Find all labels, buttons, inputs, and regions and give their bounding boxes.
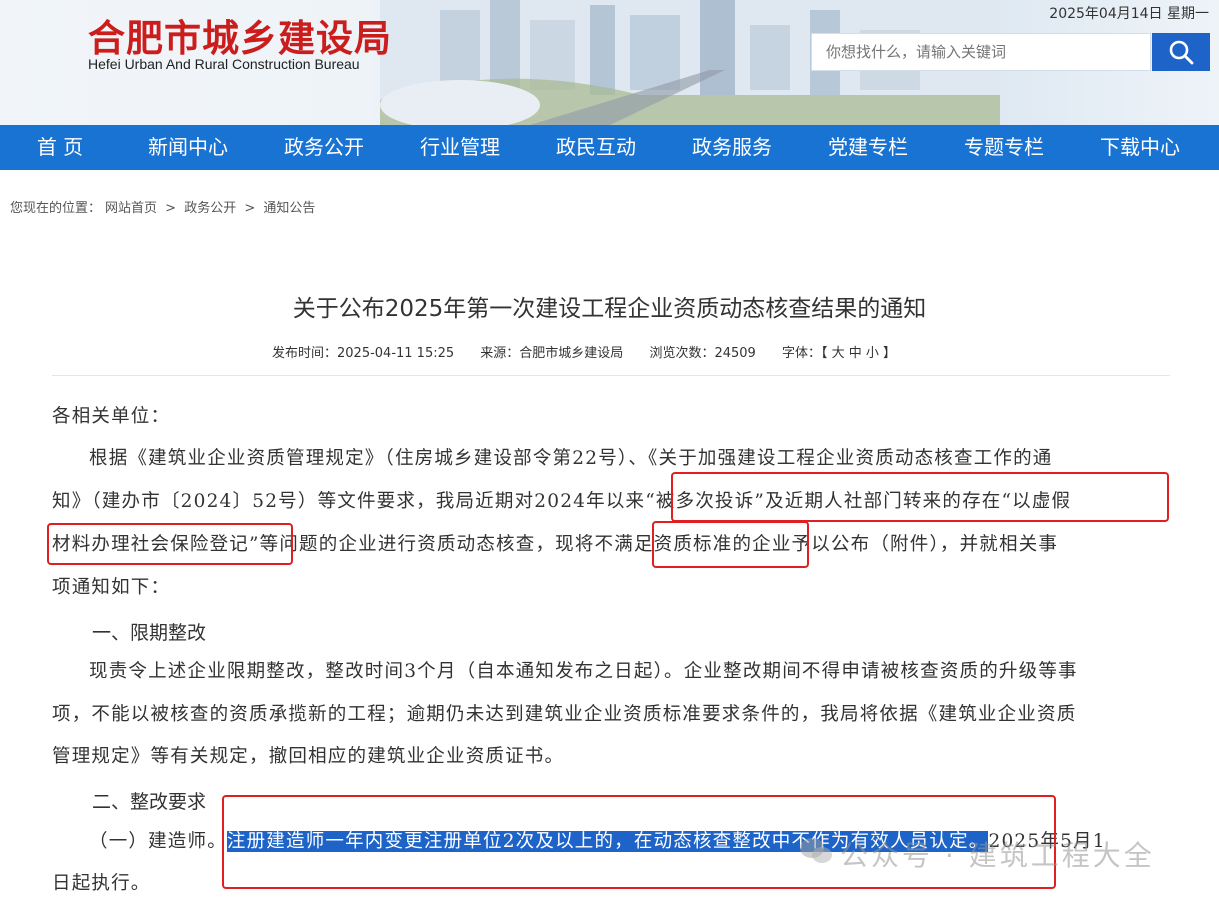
nav-item-services[interactable]: 政务服务 — [664, 125, 800, 170]
section-1-heading: 一、限期整改 — [92, 622, 207, 644]
breadcrumb-government-affairs[interactable]: 政务公开 — [184, 201, 236, 216]
nav-item-interaction[interactable]: 政民互动 — [528, 125, 664, 170]
article-meta: 发布时间：2025-04-11 15:25 来源：合肥市城乡建设局 浏览次数：2… — [272, 342, 918, 361]
search-input[interactable] — [811, 33, 1151, 71]
watermark-text: 公众号 · 建筑工程大全 — [840, 839, 1155, 872]
paragraph-2-line: 管理规定》等有关规定，撤回相应的建筑业企业资质证书。 — [52, 746, 565, 767]
paragraph-2-line: 现责令上述企业限期整改，整改时间3个月（自本通知发布之日起）。企业整改期间不得申… — [89, 661, 1078, 682]
site-logo-subtitle: Hefei Urban And Rural Construction Burea… — [88, 56, 360, 72]
view-count: 浏览次数：24509 — [649, 346, 756, 361]
breadcrumb-notices[interactable]: 通知公告 — [263, 201, 315, 216]
paragraph-1-line: 材料办理社会保险登记”等问题的企业进行资质动态核查，现将不满足资质标准的企业予以… — [52, 534, 1059, 555]
site-logo-title[interactable]: 合肥市城乡建设局 — [88, 8, 392, 62]
paragraph-3-prefix: （一）建造师。 — [89, 831, 227, 852]
nav-item-downloads[interactable]: 下载中心 — [1072, 125, 1208, 170]
paragraph-1-line: 知》（建办市〔2024〕52号）等文件要求，我局近期对2024年以来“被多次投诉… — [52, 491, 1072, 512]
nav-item-party-building[interactable]: 党建专栏 — [800, 125, 936, 170]
breadcrumb-home[interactable]: 网站首页 — [105, 201, 157, 216]
publish-time: 发布时间：2025-04-11 15:25 — [272, 346, 455, 361]
paragraph-2-line: 项，不能以被核查的资质承揽新的工程；逾期仍未达到建筑业企业资质标准要求条件的，我… — [52, 704, 1077, 725]
main-nav: 首 页 新闻中心 政务公开 行业管理 政民互动 政务服务 党建专栏 专题专栏 下… — [0, 125, 1219, 170]
nav-item-home[interactable]: 首 页 — [0, 125, 120, 170]
section-2-heading: 二、整改要求 — [92, 791, 207, 813]
article-title: 关于公布2025年第一次建设工程企业资质动态核查结果的通知 — [292, 296, 927, 322]
breadcrumb-separator: > — [165, 201, 177, 216]
search-button[interactable] — [1152, 33, 1210, 71]
paragraph-1-line: 根据《建筑业企业资质管理规定》（住房城乡建设部令第22号）、《关于加强建设工程企… — [89, 448, 1053, 469]
nav-item-special-topics[interactable]: 专题专栏 — [936, 125, 1072, 170]
wechat-icon — [800, 838, 832, 863]
breadcrumb: 您现在的位置： 网站首页 > 政务公开 > 通知公告 — [10, 197, 319, 216]
search-icon — [1169, 40, 1194, 65]
title-divider — [52, 375, 1170, 376]
nav-item-news[interactable]: 新闻中心 — [120, 125, 256, 170]
site-header: 合肥市城乡建设局 Hefei Urban And Rural Construct… — [0, 0, 1219, 125]
nav-item-government-affairs[interactable]: 政务公开 — [256, 125, 392, 170]
salutation: 各相关单位： — [52, 406, 171, 427]
paragraph-1-line: 项通知如下： — [52, 577, 171, 598]
article-source: 来源：合肥市城乡建设局 — [480, 346, 624, 361]
breadcrumb-prefix: 您现在的位置： — [10, 201, 102, 216]
nav-item-industry-management[interactable]: 行业管理 — [392, 125, 528, 170]
font-size-selector[interactable]: 字体：【 大 中 小 】 — [782, 346, 896, 361]
breadcrumb-separator: > — [244, 201, 256, 216]
current-date: 2025年04月14日 星期一 — [1049, 6, 1209, 22]
